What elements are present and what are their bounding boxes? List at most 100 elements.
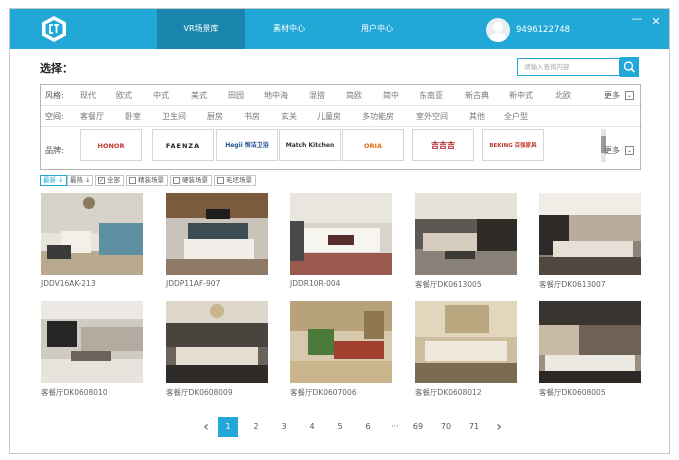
filter-space-item[interactable]: 多功能房 (362, 106, 394, 127)
filter-space-item[interactable]: 客餐厅 (80, 106, 104, 127)
scene-card[interactable]: JDDP11AF-907 (166, 193, 268, 290)
brand-logo-faenza[interactable]: FAENZA (152, 129, 214, 161)
filter-style-item[interactable]: 混搭 (309, 85, 325, 106)
scene-thumbnail[interactable] (290, 193, 392, 275)
scene-card[interactable]: 客餐厅DK0613007 (539, 193, 641, 290)
filter-space-item[interactable]: 厨房 (207, 106, 223, 127)
scene-thumbnail[interactable] (415, 301, 517, 383)
filter-space-item[interactable]: 卫生间 (162, 106, 186, 127)
brand-logo-beking[interactable]: BEKING 百强家具 (482, 129, 544, 161)
scene-thumbnail[interactable] (539, 193, 641, 275)
page-button[interactable]: 2 (246, 417, 266, 437)
more-style-label[interactable]: 更多 (604, 85, 620, 106)
filter-hard-label: 硬装场景 (182, 176, 208, 184)
scene-card[interactable]: 客餐厅DK0608009 (166, 301, 268, 398)
page-button[interactable]: 70 (436, 417, 456, 437)
filter-style-item[interactable]: 现代 (80, 85, 96, 106)
brand-name: Hegii 恒洁卫浴 (225, 142, 269, 149)
prev-page-icon[interactable]: ‹ (196, 417, 216, 437)
scene-caption: 客餐厅DK0608009 (166, 388, 233, 397)
scene-thumbnail[interactable] (41, 193, 143, 275)
filter-style-item[interactable]: 东南亚 (419, 85, 443, 106)
next-page-icon[interactable]: › (489, 417, 509, 437)
brand-name: 吉吉吉 (431, 141, 455, 150)
filter-style-item[interactable]: 美式 (191, 85, 207, 106)
checkbox-icon (129, 176, 136, 184)
brand-logo-hegii[interactable]: Hegii 恒洁卫浴 (216, 129, 278, 161)
close-icon[interactable]: ✕ (650, 16, 662, 28)
scene-card[interactable]: 客餐厅DK0608005 (539, 301, 641, 398)
filter-style-item[interactable]: 地中海 (264, 85, 288, 106)
filter-rough-checkbox[interactable]: 毛坯场景 (214, 175, 256, 186)
username[interactable]: 9496122748 (516, 9, 570, 49)
scene-thumbnail[interactable] (166, 193, 268, 275)
brand-logo-jijiji[interactable]: 吉吉吉 (412, 129, 474, 161)
scene-card[interactable]: 客餐厅DK0608012 (415, 301, 517, 398)
filter-hard-checkbox[interactable]: 硬装场景 (170, 175, 212, 186)
brand-name: BEKING 百强家具 (489, 143, 537, 149)
scene-card[interactable]: 客餐厅DK0608010 (41, 301, 143, 398)
scene-thumbnail[interactable] (290, 301, 392, 383)
page-button[interactable]: 6 (358, 417, 378, 437)
search-button[interactable] (620, 57, 639, 77)
scene-caption: JDDR10R-004 (290, 279, 341, 288)
filter-all-checkbox[interactable]: ✓ 全部 (95, 175, 124, 186)
scene-caption: 客餐厅DK0613007 (539, 280, 606, 289)
tab-user-center[interactable]: 用户中心 (333, 9, 421, 49)
filter-space-item[interactable]: 其他 (469, 106, 485, 127)
filter-label-space: 空间: (45, 112, 64, 121)
brand-logo-match-kitchen[interactable]: Match Kitchen (279, 129, 341, 161)
tab-vr-scene-library[interactable]: VR场景库 (157, 9, 245, 49)
more-brand-label[interactable]: 更多 (604, 140, 620, 161)
page-button[interactable]: 1 (218, 417, 238, 437)
app-logo-icon (42, 16, 66, 42)
chevron-down-icon[interactable]: ⌄ (625, 91, 634, 100)
scene-thumbnail[interactable] (166, 301, 268, 383)
scene-thumbnail[interactable] (415, 193, 517, 275)
scene-card[interactable]: 客餐厅DK0607006 (290, 301, 392, 398)
scene-card[interactable]: 客餐厅DK0613005 (415, 193, 517, 290)
scene-card[interactable]: JDDV16AK-213 (41, 193, 143, 290)
page-button[interactable]: 69 (408, 417, 428, 437)
scene-caption: 客餐厅DK0613005 (415, 280, 482, 289)
chevron-down-icon[interactable]: ⌄ (625, 146, 634, 155)
sort-newest-label: 最新 (43, 176, 56, 184)
brand-logo-oria[interactable]: ORIA (342, 129, 404, 161)
filter-space-item[interactable]: 书房 (244, 106, 260, 127)
filter-space-item[interactable]: 室外空间 (416, 106, 448, 127)
page-button[interactable]: 71 (464, 417, 484, 437)
scene-caption: 客餐厅DK0608005 (539, 388, 606, 397)
minimize-icon[interactable]: — (631, 13, 643, 25)
sort-hottest-button[interactable]: 最热 ↓ (67, 175, 93, 186)
brand-logo-honor[interactable]: HONOR (80, 129, 142, 161)
filter-style-item[interactable]: 北欧 (555, 85, 571, 106)
header-bar: VR场景库 素材中心 用户中心 9496122748 — ✕ (10, 9, 669, 49)
scene-caption: JDDP11AF-907 (166, 279, 221, 288)
filter-style-item[interactable]: 新中式 (509, 85, 533, 106)
avatar[interactable] (486, 18, 510, 42)
filter-fine-checkbox[interactable]: 精装场景 (126, 175, 168, 186)
filter-space-item[interactable]: 玄关 (281, 106, 297, 127)
page-button[interactable]: 5 (330, 417, 350, 437)
tab-material-center[interactable]: 素材中心 (245, 9, 333, 49)
sort-newest-button[interactable]: 最新 ↓ (40, 175, 67, 186)
filter-style-item[interactable]: 欧式 (116, 85, 132, 106)
brand-name: ORIA (364, 142, 382, 150)
search-input[interactable] (517, 58, 620, 76)
scene-thumbnail[interactable] (539, 301, 641, 383)
filter-style-item[interactable]: 简中 (383, 85, 399, 106)
filter-space-item[interactable]: 全户型 (504, 106, 528, 127)
filter-style-item[interactable]: 新古典 (465, 85, 489, 106)
filter-panel: 风格: 现代 欧式 中式 美式 田园 地中海 混搭 简欧 简中 东南亚 新古典 … (40, 84, 642, 170)
filter-space-item[interactable]: 卧室 (125, 106, 141, 127)
filter-space-item[interactable]: 儿童房 (317, 106, 341, 127)
filter-rough-label: 毛坯场景 (226, 176, 252, 184)
scene-card[interactable]: JDDR10R-004 (290, 193, 392, 290)
app-window: VR场景库 素材中心 用户中心 9496122748 — ✕ 选择： 风格: 现… (9, 8, 670, 454)
filter-style-item[interactable]: 田园 (228, 85, 244, 106)
page-button[interactable]: 4 (302, 417, 322, 437)
scene-thumbnail[interactable] (41, 301, 143, 383)
filter-style-item[interactable]: 中式 (153, 85, 169, 106)
filter-style-item[interactable]: 简欧 (346, 85, 362, 106)
page-button[interactable]: 3 (274, 417, 294, 437)
